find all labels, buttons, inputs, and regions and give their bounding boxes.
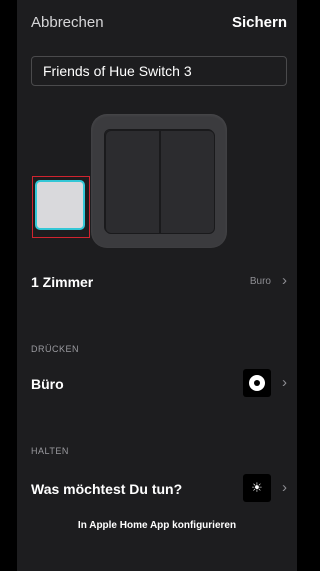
app-screen: Abbrechen Sichern Friends of Hue Switch … bbox=[17, 0, 297, 571]
hold-action-title: Was möchtest Du tun? bbox=[31, 481, 183, 497]
switch-name-field[interactable]: Friends of Hue Switch 3 bbox=[31, 56, 287, 86]
top-bar: Abbrechen Sichern bbox=[17, 0, 297, 44]
scene-ring-icon bbox=[243, 369, 271, 397]
rooms-value: Buro bbox=[249, 276, 271, 287]
cancel-button[interactable]: Abbrechen bbox=[31, 14, 104, 31]
save-button[interactable]: Sichern bbox=[232, 14, 287, 31]
selection-highlight-frame bbox=[32, 176, 90, 238]
rooms-row[interactable]: 1 Zimmer Buro › bbox=[17, 262, 297, 302]
switch-device bbox=[91, 114, 227, 248]
switch-rocker-right[interactable] bbox=[160, 130, 215, 234]
switch-faceplate bbox=[104, 129, 215, 234]
hold-section-header: HALTEN bbox=[31, 446, 69, 456]
switch-preview bbox=[17, 100, 297, 250]
press-section-header: DRÜCKEN bbox=[31, 344, 80, 354]
press-action-row[interactable]: Büro › bbox=[17, 364, 297, 404]
chevron-right-icon: › bbox=[282, 479, 287, 496]
apple-home-config-button[interactable]: In Apple Home App konfigurieren bbox=[17, 520, 297, 531]
press-action-title: Büro bbox=[31, 376, 64, 392]
chevron-right-icon: › bbox=[282, 272, 287, 289]
hold-action-row[interactable]: Was möchtest Du tun? ☀ › bbox=[17, 469, 297, 509]
brightness-icon: ☀ bbox=[243, 474, 271, 502]
switch-rocker-left[interactable] bbox=[105, 130, 160, 234]
rooms-title: 1 Zimmer bbox=[31, 274, 94, 290]
chevron-right-icon: › bbox=[282, 374, 287, 391]
